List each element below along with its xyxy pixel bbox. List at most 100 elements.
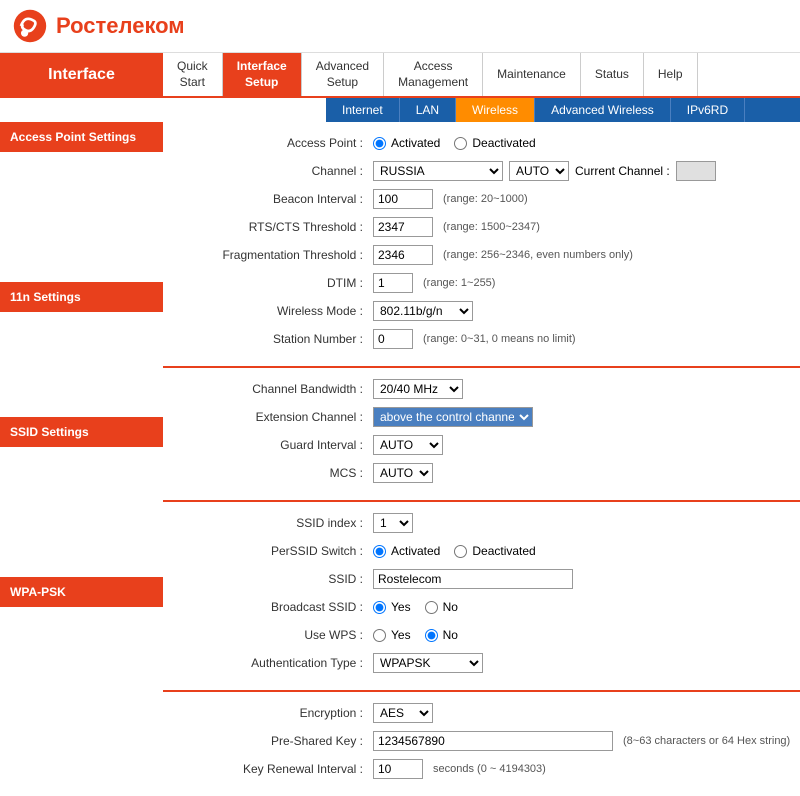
encryption-select[interactable]: AES — [373, 703, 433, 723]
logo-icon — [12, 8, 48, 44]
ssid-input[interactable] — [373, 569, 573, 589]
activated-radio-label[interactable]: Activated — [373, 136, 440, 150]
header: Ростелеком — [0, 0, 800, 53]
wps-yes-radio[interactable] — [373, 629, 386, 642]
nav-advanced-setup[interactable]: AdvancedSetup — [302, 53, 384, 96]
nav-interface-setup[interactable]: InterfaceSetup — [223, 53, 302, 96]
sidebar-wpa-psk: WPA-PSK — [0, 577, 163, 607]
channel-bw-label: Channel Bandwidth : — [193, 382, 373, 396]
sub-nav-lan[interactable]: LAN — [400, 98, 456, 122]
perssid-control: Activated Deactivated — [373, 544, 544, 558]
key-renewal-hint: seconds (0 ~ 4194303) — [433, 763, 546, 775]
station-number-input[interactable] — [373, 329, 413, 349]
wps-yes-label[interactable]: Yes — [373, 628, 411, 642]
station-number-row: Station Number : (range: 0~31, 0 means n… — [193, 328, 800, 350]
psk-control: (8~63 characters or 64 Hex string) — [373, 731, 790, 751]
nav-help[interactable]: Help — [644, 53, 698, 96]
frag-control: (range: 256~2346, even numbers only) — [373, 245, 633, 265]
dtim-hint: (range: 1~255) — [423, 277, 495, 289]
frag-input[interactable] — [373, 245, 433, 265]
station-number-label: Station Number : — [193, 332, 373, 346]
broadcast-yes-radio[interactable] — [373, 601, 386, 614]
channel-control: RUSSIA AUTO Current Channel : — [373, 161, 716, 181]
psk-input[interactable] — [373, 731, 613, 751]
broadcast-no-radio[interactable] — [425, 601, 438, 614]
nav-quick-start[interactable]: Quick Start — [163, 53, 223, 96]
deactivated-radio[interactable] — [454, 137, 467, 150]
perssid-label: PerSSID Switch : — [193, 544, 373, 558]
frag-row: Fragmentation Threshold : (range: 256~23… — [193, 244, 800, 266]
station-number-hint: (range: 0~31, 0 means no limit) — [423, 333, 576, 345]
sub-nav-internet[interactable]: Internet — [326, 98, 400, 122]
frag-hint: (range: 256~2346, even numbers only) — [443, 249, 633, 261]
nav-status[interactable]: Status — [581, 53, 644, 96]
rts-input[interactable] — [373, 217, 433, 237]
wps-no-radio[interactable] — [425, 629, 438, 642]
broadcast-yes-label[interactable]: Yes — [373, 600, 411, 614]
channel-row: Channel : RUSSIA AUTO Current Channel : — [193, 160, 800, 182]
ssid-index-control: 1 — [373, 513, 413, 533]
broadcast-ssid-control: Yes No — [373, 600, 466, 614]
channel-bw-control: 20/40 MHz — [373, 379, 463, 399]
logo-text: Ростелеком — [56, 13, 185, 39]
ext-channel-select[interactable]: above the control channel — [373, 407, 533, 427]
ssid-row: SSID : — [193, 568, 800, 590]
encryption-label: Encryption : — [193, 706, 373, 720]
deactivated-radio-label[interactable]: Deactivated — [454, 136, 535, 150]
rts-label: RTS/CTS Threshold : — [193, 220, 373, 234]
rts-row: RTS/CTS Threshold : (range: 1500~2347) — [193, 216, 800, 238]
channel-select[interactable]: RUSSIA — [373, 161, 503, 181]
wps-no-label[interactable]: No — [425, 628, 458, 642]
mcs-label: MCS : — [193, 466, 373, 480]
rts-hint: (range: 1500~2347) — [443, 221, 540, 233]
dtim-label: DTIM : — [193, 276, 373, 290]
activated-radio[interactable] — [373, 137, 386, 150]
nav-maintenance[interactable]: Maintenance — [483, 53, 581, 96]
use-wps-control: Yes No — [373, 628, 466, 642]
channel-bw-row: Channel Bandwidth : 20/40 MHz — [193, 378, 800, 400]
guard-interval-select[interactable]: AUTO — [373, 435, 443, 455]
channel-bw-select[interactable]: 20/40 MHz — [373, 379, 463, 399]
guard-interval-label: Guard Interval : — [193, 438, 373, 452]
sidebar-nav-label: Interface — [0, 53, 163, 96]
perssid-activated-label[interactable]: Activated — [373, 544, 440, 558]
key-renewal-control: seconds (0 ~ 4194303) — [373, 759, 546, 779]
ext-channel-label: Extension Channel : — [193, 410, 373, 424]
sub-nav: Internet LAN Wireless Advanced Wireless … — [326, 98, 800, 122]
sidebar-access-point: Access Point Settings — [0, 122, 163, 152]
rts-control: (range: 1500~2347) — [373, 217, 540, 237]
beacon-input[interactable] — [373, 189, 433, 209]
wireless-mode-select[interactable]: 802.11b/g/n — [373, 301, 473, 321]
mcs-control: AUTO — [373, 463, 433, 483]
beacon-row: Beacon Interval : (range: 20~1000) — [193, 188, 800, 210]
frag-label: Fragmentation Threshold : — [193, 248, 373, 262]
perssid-row: PerSSID Switch : Activated Deactivated — [193, 540, 800, 562]
sub-nav-ipv6rd[interactable]: IPv6RD — [671, 98, 745, 122]
ssid-index-row: SSID index : 1 — [193, 512, 800, 534]
nav-access-management[interactable]: AccessManagement — [384, 53, 483, 96]
ssid-index-select[interactable]: 1 — [373, 513, 413, 533]
key-renewal-input[interactable] — [373, 759, 423, 779]
perssid-activated-radio[interactable] — [373, 545, 386, 558]
access-point-section: Access Point : Activated Deactivated Cha… — [163, 122, 800, 366]
wireless-mode-control: 802.11b/g/n — [373, 301, 473, 321]
auth-type-select[interactable]: WPAPSK — [373, 653, 483, 673]
sidebar: Access Point Settings 11n Settings SSID … — [0, 122, 163, 796]
current-channel-label: Current Channel : — [575, 164, 670, 178]
perssid-deactivated-radio[interactable] — [454, 545, 467, 558]
psk-hint: (8~63 characters or 64 Hex string) — [623, 735, 790, 747]
channel-auto-select[interactable]: AUTO — [509, 161, 569, 181]
ssid-section: SSID index : 1 PerSSID Switch : Activate… — [163, 502, 800, 690]
sub-nav-wireless[interactable]: Wireless — [456, 98, 535, 122]
wireless-mode-label: Wireless Mode : — [193, 304, 373, 318]
use-wps-label: Use WPS : — [193, 628, 373, 642]
dtim-input[interactable] — [373, 273, 413, 293]
channel-label: Channel : — [193, 164, 373, 178]
sub-nav-advanced-wireless[interactable]: Advanced Wireless — [535, 98, 671, 122]
mcs-select[interactable]: AUTO — [373, 463, 433, 483]
sidebar-11n-settings: 11n Settings — [0, 282, 163, 312]
main-content: Access Point Settings 11n Settings SSID … — [0, 122, 800, 796]
perssid-deactivated-label[interactable]: Deactivated — [454, 544, 535, 558]
key-renewal-row: Key Renewal Interval : seconds (0 ~ 4194… — [193, 758, 800, 780]
broadcast-no-label[interactable]: No — [425, 600, 458, 614]
